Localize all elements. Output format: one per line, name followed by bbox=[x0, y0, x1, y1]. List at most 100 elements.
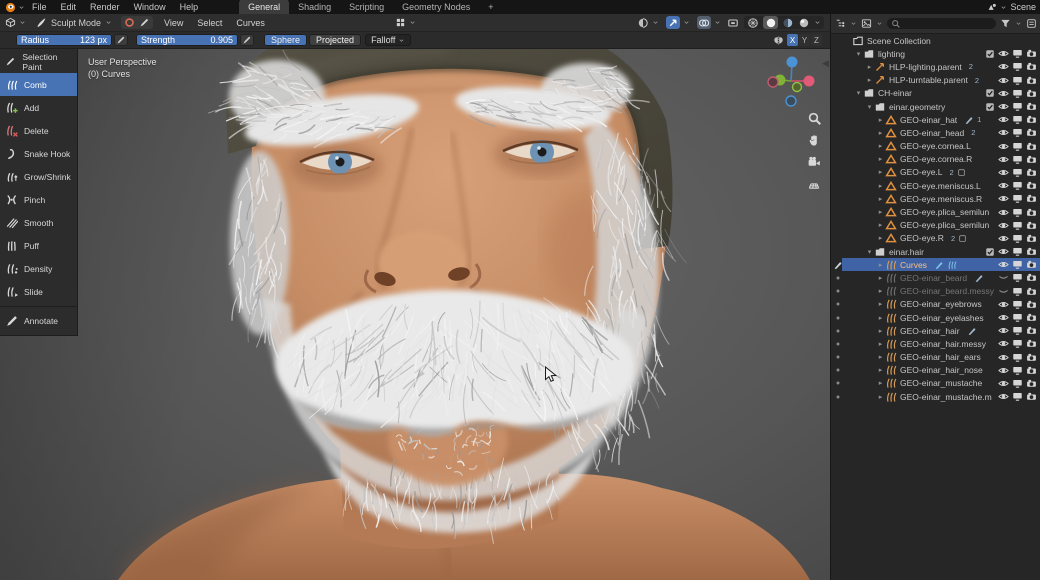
show-gizmos-button[interactable] bbox=[665, 16, 691, 29]
disable-viewport-icon[interactable] bbox=[1012, 286, 1023, 297]
disable-viewport-icon[interactable] bbox=[1012, 61, 1023, 72]
hide-eye-icon[interactable] bbox=[998, 141, 1009, 152]
disable-viewport-icon[interactable] bbox=[1012, 233, 1023, 244]
disable-viewport-icon[interactable] bbox=[1012, 352, 1023, 363]
menu-file[interactable]: File bbox=[25, 0, 54, 14]
outliner-editor-icon[interactable] bbox=[835, 18, 846, 29]
object-name[interactable]: lighting bbox=[878, 49, 905, 59]
stroke-pen-icon[interactable] bbox=[139, 17, 150, 28]
outliner-row[interactable]: ▸ GEO-einar_eyebrows bbox=[831, 298, 1040, 311]
outliner-row[interactable]: ▸ GEO-einar_hair_nose bbox=[831, 364, 1040, 377]
disable-render-icon[interactable] bbox=[1026, 325, 1037, 336]
disable-viewport-icon[interactable] bbox=[1012, 325, 1023, 336]
object-name[interactable]: GEO-eye.plica_semilun bbox=[900, 220, 989, 230]
menu-window[interactable]: Window bbox=[127, 0, 173, 14]
workspace-tab-general[interactable]: General bbox=[239, 0, 290, 14]
outliner-row[interactable]: ▸ GEO-einar_hair bbox=[831, 324, 1040, 337]
disclosure-closed-icon[interactable]: ▸ bbox=[876, 274, 885, 282]
disclosure-open-icon[interactable]: ▾ bbox=[865, 103, 874, 111]
object-name[interactable]: GEO-einar_mustache.m bbox=[900, 392, 992, 402]
hide-eye-icon[interactable] bbox=[998, 286, 1009, 297]
disclosure-open-icon[interactable]: ▾ bbox=[854, 89, 863, 97]
object-name[interactable]: GEO-einar_hair_ears bbox=[900, 352, 981, 362]
disable-viewport-icon[interactable] bbox=[1012, 391, 1023, 402]
outliner-row[interactable]: ▸ GEO-einar_mustache.m bbox=[831, 390, 1040, 403]
menu-edit[interactable]: Edit bbox=[54, 0, 84, 14]
camera-view-icon[interactable] bbox=[806, 154, 822, 170]
disable-render-icon[interactable] bbox=[1026, 88, 1037, 99]
editor-type-button[interactable] bbox=[0, 17, 31, 28]
outliner-row[interactable]: ▸ HLP-lighting.parent 2 bbox=[831, 60, 1040, 73]
visibility-dropdown[interactable] bbox=[636, 17, 660, 29]
hide-eye-icon[interactable] bbox=[998, 154, 1009, 165]
object-name[interactable]: GEO-eye.L bbox=[900, 167, 943, 177]
falloff-dropdown[interactable]: Falloff bbox=[365, 34, 412, 46]
disable-viewport-icon[interactable] bbox=[1012, 220, 1023, 231]
disable-render-icon[interactable] bbox=[1026, 114, 1037, 125]
outliner-row[interactable]: ▾ CH-einar bbox=[831, 87, 1040, 100]
show-overlays-button[interactable] bbox=[696, 16, 722, 29]
mode-dot-icon[interactable] bbox=[833, 393, 843, 401]
falloff-ring-icon[interactable] bbox=[124, 17, 135, 28]
tool-delete[interactable]: Delete bbox=[0, 119, 77, 142]
object-name[interactable]: GEO-eye.cornea.L bbox=[900, 141, 971, 151]
tool-selection-paint[interactable]: Selection Paint bbox=[0, 50, 77, 73]
exclude-checkbox[interactable] bbox=[985, 88, 995, 98]
filter-funnel-icon[interactable] bbox=[1000, 18, 1011, 29]
disclosure-closed-icon[interactable]: ▸ bbox=[876, 261, 885, 269]
outliner-row[interactable]: ▸ GEO-eye.meniscus.R bbox=[831, 192, 1040, 205]
disable-viewport-icon[interactable] bbox=[1012, 272, 1023, 283]
strength-slider[interactable]: Strength 0.905 bbox=[136, 34, 238, 46]
disable-render-icon[interactable] bbox=[1026, 154, 1037, 165]
object-name[interactable]: GEO-eye.R bbox=[900, 233, 944, 243]
filter-settings-icon[interactable] bbox=[1026, 18, 1037, 29]
exclude-checkbox[interactable] bbox=[985, 102, 995, 112]
disclosure-closed-icon[interactable]: ▸ bbox=[876, 195, 885, 203]
hide-eye-icon[interactable] bbox=[998, 167, 1009, 178]
disclosure-closed-icon[interactable]: ▸ bbox=[876, 340, 885, 348]
object-name[interactable]: GEO-einar_beard bbox=[900, 273, 967, 283]
disable-render-icon[interactable] bbox=[1026, 391, 1037, 402]
outliner-row[interactable]: ▸ GEO-eye.L 2 bbox=[831, 166, 1040, 179]
object-name[interactable]: Curves bbox=[900, 260, 927, 270]
object-name[interactable]: GEO-einar_mustache bbox=[900, 378, 982, 388]
outliner-row[interactable]: ▸ GEO-eye.plica_semilun bbox=[831, 219, 1040, 232]
disable-viewport-icon[interactable] bbox=[1012, 338, 1023, 349]
tool-grow-shrink[interactable]: Grow/Shrink bbox=[0, 165, 77, 188]
gizmo-y-neg-axis[interactable] bbox=[791, 81, 803, 93]
mode-dot-icon[interactable] bbox=[833, 340, 843, 348]
disclosure-closed-icon[interactable]: ▸ bbox=[876, 314, 885, 322]
grid-menu-button[interactable] bbox=[390, 17, 421, 28]
tool-density[interactable]: Density bbox=[0, 257, 77, 280]
disable-viewport-icon[interactable] bbox=[1012, 141, 1023, 152]
object-name[interactable]: HLP-lighting.parent bbox=[889, 62, 962, 72]
outliner-row[interactable]: ▸ GEO-eye.meniscus.L bbox=[831, 179, 1040, 192]
gizmo-z-axis[interactable] bbox=[786, 56, 798, 68]
disable-render-icon[interactable] bbox=[1026, 167, 1037, 178]
disable-render-icon[interactable] bbox=[1026, 207, 1037, 218]
symmetry-y-button[interactable]: Y bbox=[799, 34, 810, 46]
tool-comb[interactable]: Comb bbox=[0, 73, 77, 96]
disable-viewport-icon[interactable] bbox=[1012, 167, 1023, 178]
hide-eye-icon[interactable] bbox=[998, 352, 1009, 363]
shading-material-icon[interactable] bbox=[782, 17, 794, 29]
mode-dot-icon[interactable] bbox=[833, 327, 843, 335]
symmetry-x-button[interactable]: X bbox=[787, 34, 798, 46]
zoom-tool-icon[interactable] bbox=[806, 110, 822, 126]
exclude-checkbox[interactable] bbox=[985, 49, 995, 59]
hide-eye-icon[interactable] bbox=[998, 88, 1009, 99]
disable-viewport-icon[interactable] bbox=[1012, 114, 1023, 125]
display-mode-icon[interactable] bbox=[861, 18, 872, 29]
disable-render-icon[interactable] bbox=[1026, 272, 1037, 283]
disable-viewport-icon[interactable] bbox=[1012, 259, 1023, 270]
disable-render-icon[interactable] bbox=[1026, 233, 1037, 244]
outliner-row[interactable]: ▸ HLP-turntable.parent 2 bbox=[831, 74, 1040, 87]
hide-eye-icon[interactable] bbox=[998, 48, 1009, 59]
outliner-row[interactable]: ▸ GEO-einar_eyelashes bbox=[831, 311, 1040, 324]
disable-viewport-icon[interactable] bbox=[1012, 127, 1023, 138]
disclosure-closed-icon[interactable]: ▸ bbox=[876, 155, 885, 163]
tool-puff[interactable]: Puff bbox=[0, 234, 77, 257]
blender-logo-icon[interactable] bbox=[2, 2, 18, 13]
disclosure-closed-icon[interactable]: ▸ bbox=[876, 221, 885, 229]
shading-wireframe-icon[interactable] bbox=[747, 17, 759, 29]
